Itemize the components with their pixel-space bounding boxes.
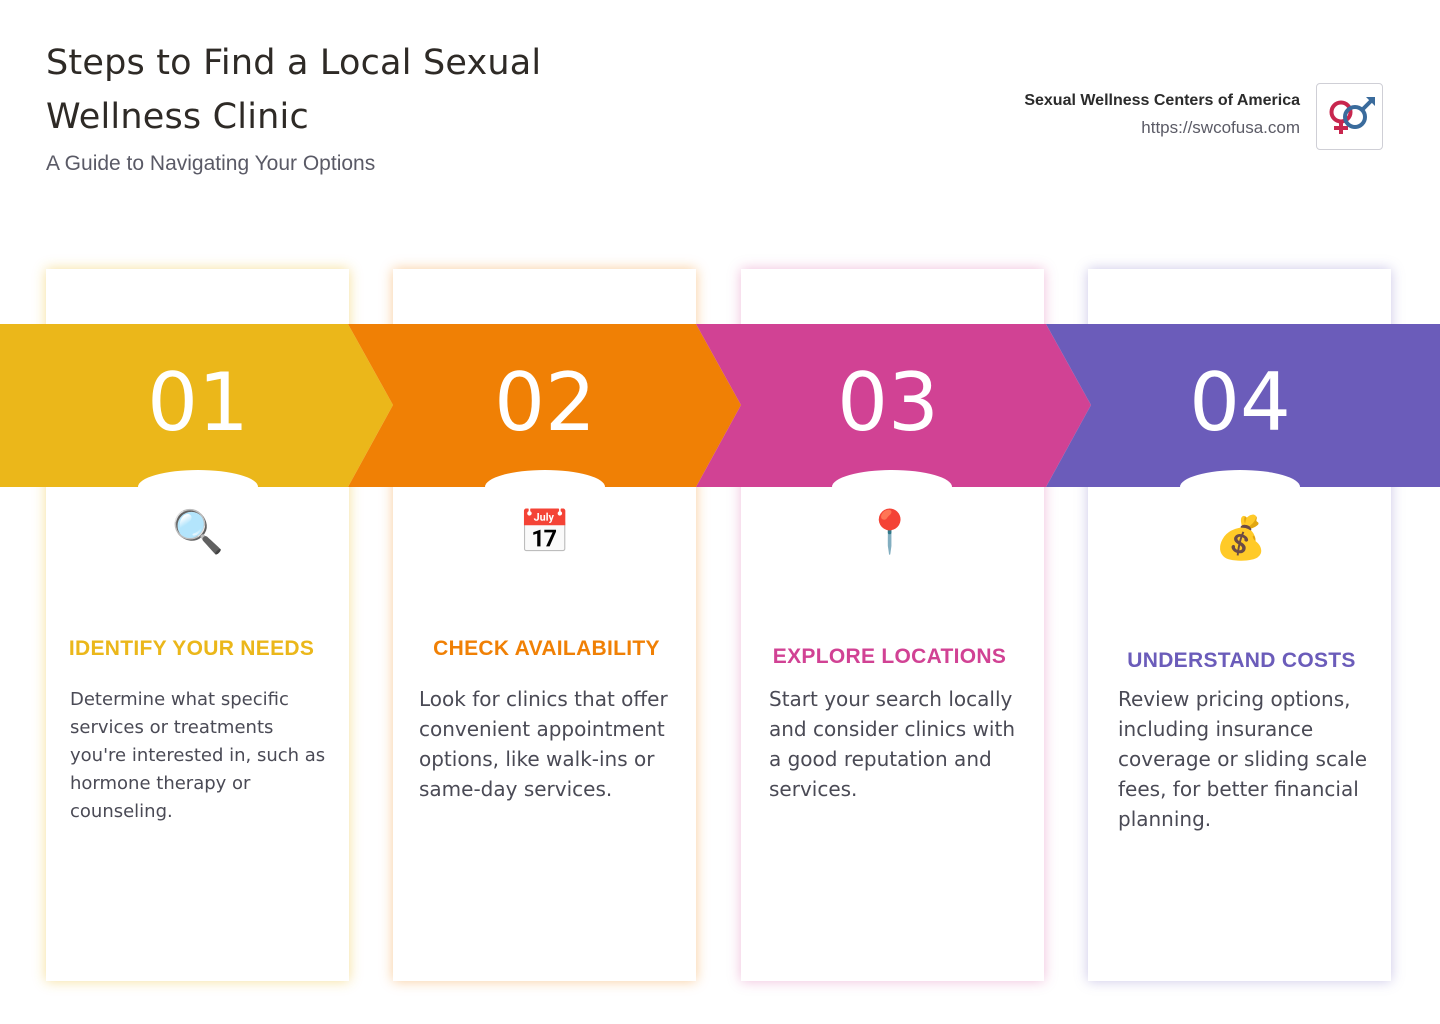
pushpin-icon: 📍 — [863, 508, 917, 555]
brand-logo-svg — [1329, 97, 1375, 134]
step-number-2: 02 — [494, 356, 596, 449]
step-description-4: Review pricing options, including insura… — [1118, 687, 1368, 831]
money-bag-icon: 💰 — [1214, 514, 1268, 561]
step-title-1: IDENTIFY YOUR NEEDS — [68, 637, 315, 660]
step-title-3: EXPLORE LOCATIONS — [772, 645, 1007, 668]
page-subtitle: A Guide to Navigating Your Options — [46, 152, 376, 175]
page-title: Steps to Find a Local Sexual Wellness Cl… — [46, 43, 542, 137]
step-description-3: Start your search locally and consider c… — [769, 687, 1015, 801]
brand-name: Sexual Wellness Centers of America — [1024, 92, 1300, 109]
step-number-3: 03 — [837, 356, 939, 449]
step-number-4: 04 — [1189, 356, 1291, 449]
step-description-1: Determine what specific services or trea… — [70, 689, 326, 822]
brand-block: Sexual Wellness Centers of America https… — [1024, 92, 1300, 138]
step-description-2: Look for clinics that offer convenient a… — [419, 687, 668, 801]
magnifying-glass-icon: 🔍 — [171, 508, 225, 555]
gender-symbols-icon — [1316, 83, 1383, 150]
step-number-1: 01 — [147, 356, 249, 449]
step-title-4: UNDERSTAND COSTS — [1127, 649, 1356, 672]
brand-url[interactable]: https://swcofusa.com — [1024, 118, 1300, 138]
calendar-icon: 📅 — [518, 508, 572, 555]
step-title-2: CHECK AVAILABILITY — [433, 637, 660, 660]
